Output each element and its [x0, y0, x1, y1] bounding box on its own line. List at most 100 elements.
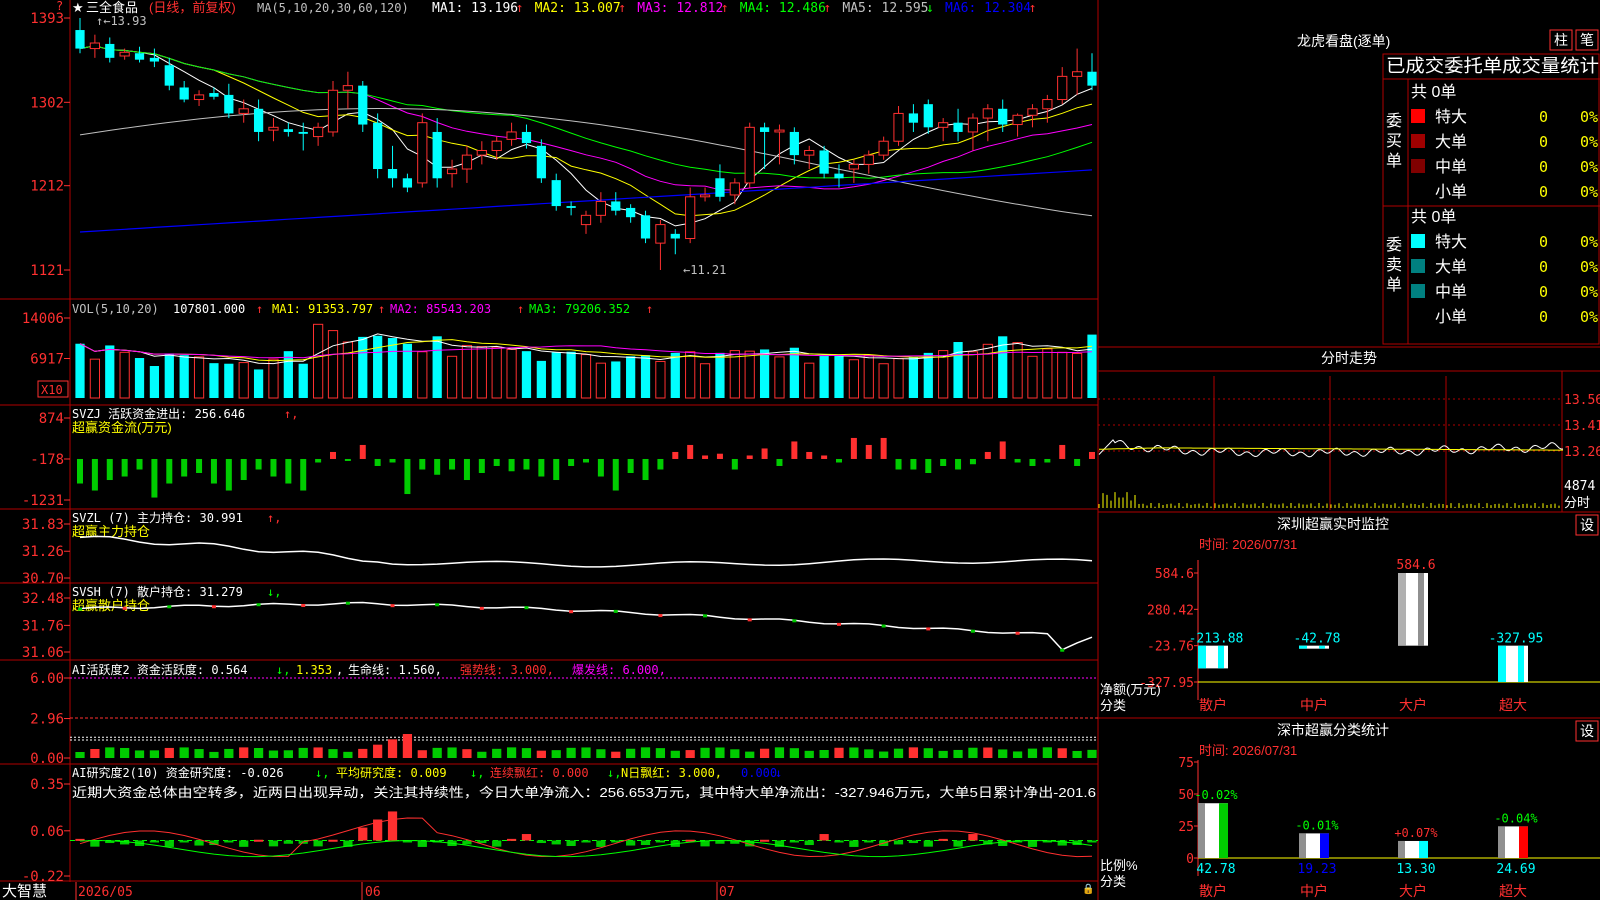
volume-bar [640, 355, 651, 398]
order-size-swatch [1411, 284, 1425, 298]
ai2-bar [804, 840, 814, 846]
intraday-tick-label: 13.41 [1564, 419, 1600, 434]
ai1-bar [893, 748, 904, 758]
svzj-bar [478, 458, 485, 474]
monitor-bar-shade [1498, 645, 1506, 682]
order-size-pct: 0% [1580, 283, 1598, 301]
order-size-label: 小单 [1435, 183, 1467, 201]
stats-bar-shade [1498, 826, 1505, 858]
candle-body [134, 53, 145, 60]
svzj-bar [434, 458, 441, 475]
volume-bar [611, 361, 621, 398]
svzl-axis: 31.83 31.26 30.70 [22, 517, 70, 587]
svzj-bar [240, 458, 247, 481]
svzj-tick-label: 874 [39, 411, 64, 427]
ai1-bar [908, 747, 919, 758]
period-label: (日线，前复权) [149, 0, 236, 15]
order-size-pct: 0% [1580, 158, 1598, 176]
candle-body [580, 214, 592, 226]
volume-bar [759, 349, 770, 398]
volume-bar [685, 351, 696, 399]
ai1-bar [506, 747, 517, 758]
btn-bi[interactable]: 笔 [1580, 32, 1594, 48]
ai2-bar [90, 840, 100, 847]
svsh-dots [78, 601, 1065, 652]
ai1-bar [120, 747, 130, 758]
order-size-pct: 0% [1580, 258, 1598, 276]
svzj-bar [91, 458, 98, 491]
question-mark-icon[interactable]: ? [56, 0, 63, 13]
stats-cat-label: 超大 [1499, 884, 1527, 900]
candle-body [342, 85, 353, 91]
svzj-bar [776, 458, 783, 466]
svzj-bar [523, 458, 530, 470]
ai1-bar [715, 747, 725, 758]
svzl-tick-label: 31.26 [22, 544, 64, 560]
candle-body [699, 194, 711, 198]
svg-text:强势线: 3.000,: 强势线: 3.000, [460, 663, 554, 677]
ma-lines [79, 45, 1093, 233]
ai2-bar [179, 840, 189, 843]
svzj-sub: 超赢资金流(万元) [72, 420, 172, 435]
ma-readout-value: MA1: 13.196 [432, 1, 518, 16]
candle-body [908, 113, 919, 123]
candle-body [387, 169, 398, 179]
volume-bar [224, 363, 234, 398]
ai2-bar [521, 834, 532, 841]
stats-settings-button[interactable]: 设 [1580, 723, 1594, 739]
ma-readout-value: MA6: 12.304 [945, 1, 1031, 16]
app-brand[interactable]: 大智慧 [2, 882, 47, 900]
volume-bar [193, 356, 205, 399]
svzj-bar [1029, 458, 1036, 466]
candle-body [953, 122, 963, 132]
ai2-bar [1027, 840, 1038, 847]
svsh-dot [837, 622, 841, 626]
btn-zhu[interactable]: 柱 [1554, 32, 1568, 48]
candle-body [105, 43, 115, 58]
ai2-bar [224, 840, 234, 843]
svzl-line [79, 535, 1093, 568]
volume-bar [149, 366, 160, 398]
ai2-bar [387, 811, 398, 841]
candle-body [268, 126, 279, 131]
ai1-bar [581, 747, 591, 758]
svzj-bar [1089, 451, 1095, 459]
svzj-bar [225, 458, 232, 491]
candle-body [313, 126, 324, 138]
lock-icon[interactable]: 🔒 [1082, 883, 1094, 895]
vol-axis: 14006 6917 [22, 311, 70, 367]
order-size-value: 0 [1539, 233, 1548, 251]
svzj-bar [196, 458, 203, 474]
star-icon[interactable]: ★ [72, 0, 84, 15]
ai2-comment: 近期大资金总体由空转多，近两日出现异动，关注其持续性，今日大单净流入：256.6… [72, 785, 1096, 800]
candle-body [373, 122, 383, 170]
svzj-bar [925, 458, 932, 474]
stock-chart-screen: ★ 三全食品 (日线，前复权) MA(5,10,20,30,60,120) MA… [0, 0, 1600, 900]
svsh-dot [613, 609, 618, 613]
order-size-label: 特大 [1435, 108, 1467, 126]
ai1-bar [477, 751, 487, 758]
volume-bar [417, 351, 428, 399]
candle-body [566, 206, 576, 208]
svzj-bar [910, 458, 917, 470]
volume-bar [729, 350, 740, 399]
candle-body [863, 154, 874, 165]
monitor-tick-label: 280.42 [1147, 603, 1194, 618]
ai2-bar [253, 839, 264, 842]
monitor-tick-label: -23.76 [1147, 640, 1194, 655]
order-size-label: 大单 [1435, 133, 1467, 151]
svzj-bar [136, 458, 143, 470]
stats-value-label: 13.30 [1396, 862, 1435, 877]
svzj-bar [315, 458, 322, 463]
ai1-bar [268, 750, 279, 758]
candle-body [893, 112, 904, 142]
ma-readout-arrow: ↑ [1029, 1, 1037, 16]
candle-body [982, 108, 993, 119]
volume-bar [283, 351, 293, 398]
candle-body [461, 154, 473, 170]
ai1-bar [789, 748, 799, 758]
svzl-arrow: ↑, [267, 511, 281, 525]
svzj-tick-label: -1231 [22, 493, 64, 509]
order-size-value: 0 [1539, 258, 1548, 276]
monitor-settings-button[interactable]: 设 [1580, 517, 1594, 533]
